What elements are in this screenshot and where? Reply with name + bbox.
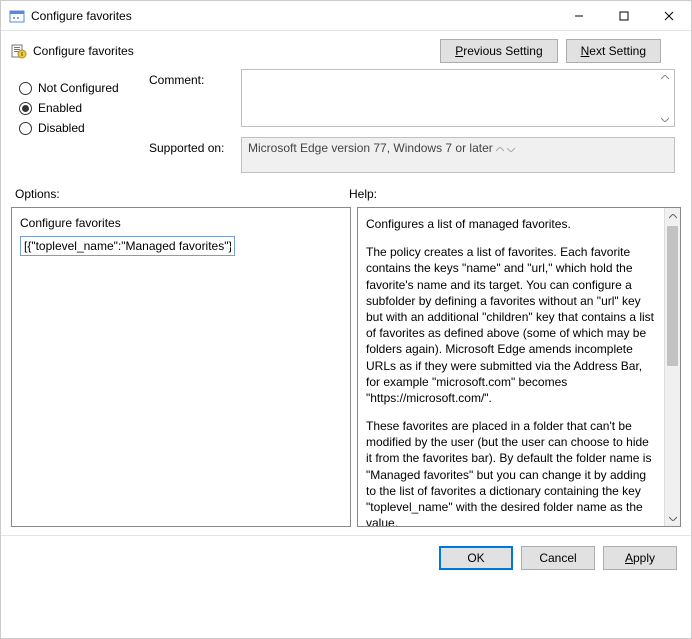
radio-icon [19,82,32,95]
radio-icon [19,122,32,135]
footer: OK Cancel Apply [1,535,691,580]
help-paragraph: The policy creates a list of favorites. … [366,244,658,406]
comment-textarea[interactable] [241,69,675,127]
chevron-down-icon[interactable] [507,141,515,155]
panels: Configure favorites Configures a list of… [1,207,691,527]
field-column: Comment: Supported on: Microsoft Edge ve… [149,69,681,173]
scroll-thumb[interactable] [667,226,678,366]
previous-setting-button[interactable]: Previous Setting [440,39,557,63]
config-area: Not Configured Enabled Disabled Comment:… [1,69,691,183]
close-button[interactable] [646,1,691,31]
comment-label: Comment: [149,69,241,87]
minimize-button[interactable] [556,1,601,31]
radio-not-configured[interactable]: Not Configured [19,81,149,95]
help-paragraph: These favorites are placed in a folder t… [366,418,658,526]
ok-button[interactable]: OK [439,546,513,570]
options-panel: Configure favorites [11,207,351,527]
section-labels: Options: Help: [1,183,691,207]
policy-icon [11,43,27,59]
help-panel: Configures a list of managed favorites. … [357,207,681,527]
policy-title: Configure favorites [33,44,440,58]
options-label: Options: [15,187,349,201]
nav-buttons: Previous Setting Next Setting [440,39,661,63]
app-icon [9,8,25,24]
state-radio-group: Not Configured Enabled Disabled [19,69,149,173]
radio-label: Not Configured [38,81,119,95]
radio-enabled[interactable]: Enabled [19,101,149,115]
supported-on-value: Microsoft Edge version 77, Windows 7 or … [241,137,675,173]
option-name: Configure favorites [20,216,342,230]
chevron-up-icon[interactable] [496,141,507,155]
help-scrollbar[interactable] [664,208,680,526]
chevron-up-icon[interactable] [658,72,672,82]
radio-label: Enabled [38,101,82,115]
maximize-button[interactable] [601,1,646,31]
scroll-up-icon[interactable] [665,208,680,224]
window-title: Configure favorites [31,9,556,23]
scroll-down-icon[interactable] [665,510,680,526]
cancel-button[interactable]: Cancel [521,546,595,570]
radio-label: Disabled [38,121,85,135]
next-setting-button[interactable]: Next Setting [566,39,661,63]
help-paragraph: Configures a list of managed favorites. [366,216,658,232]
chevron-down-icon[interactable] [658,114,672,124]
radio-icon [19,102,32,115]
titlebar: Configure favorites [1,1,691,31]
help-label: Help: [349,187,377,201]
supported-on-label: Supported on: [149,137,241,155]
header-row: Configure favorites Previous Setting Nex… [1,31,691,69]
option-value-input[interactable] [20,236,235,256]
radio-disabled[interactable]: Disabled [19,121,149,135]
help-text: Configures a list of managed favorites. … [358,208,664,526]
apply-button[interactable]: Apply [603,546,677,570]
